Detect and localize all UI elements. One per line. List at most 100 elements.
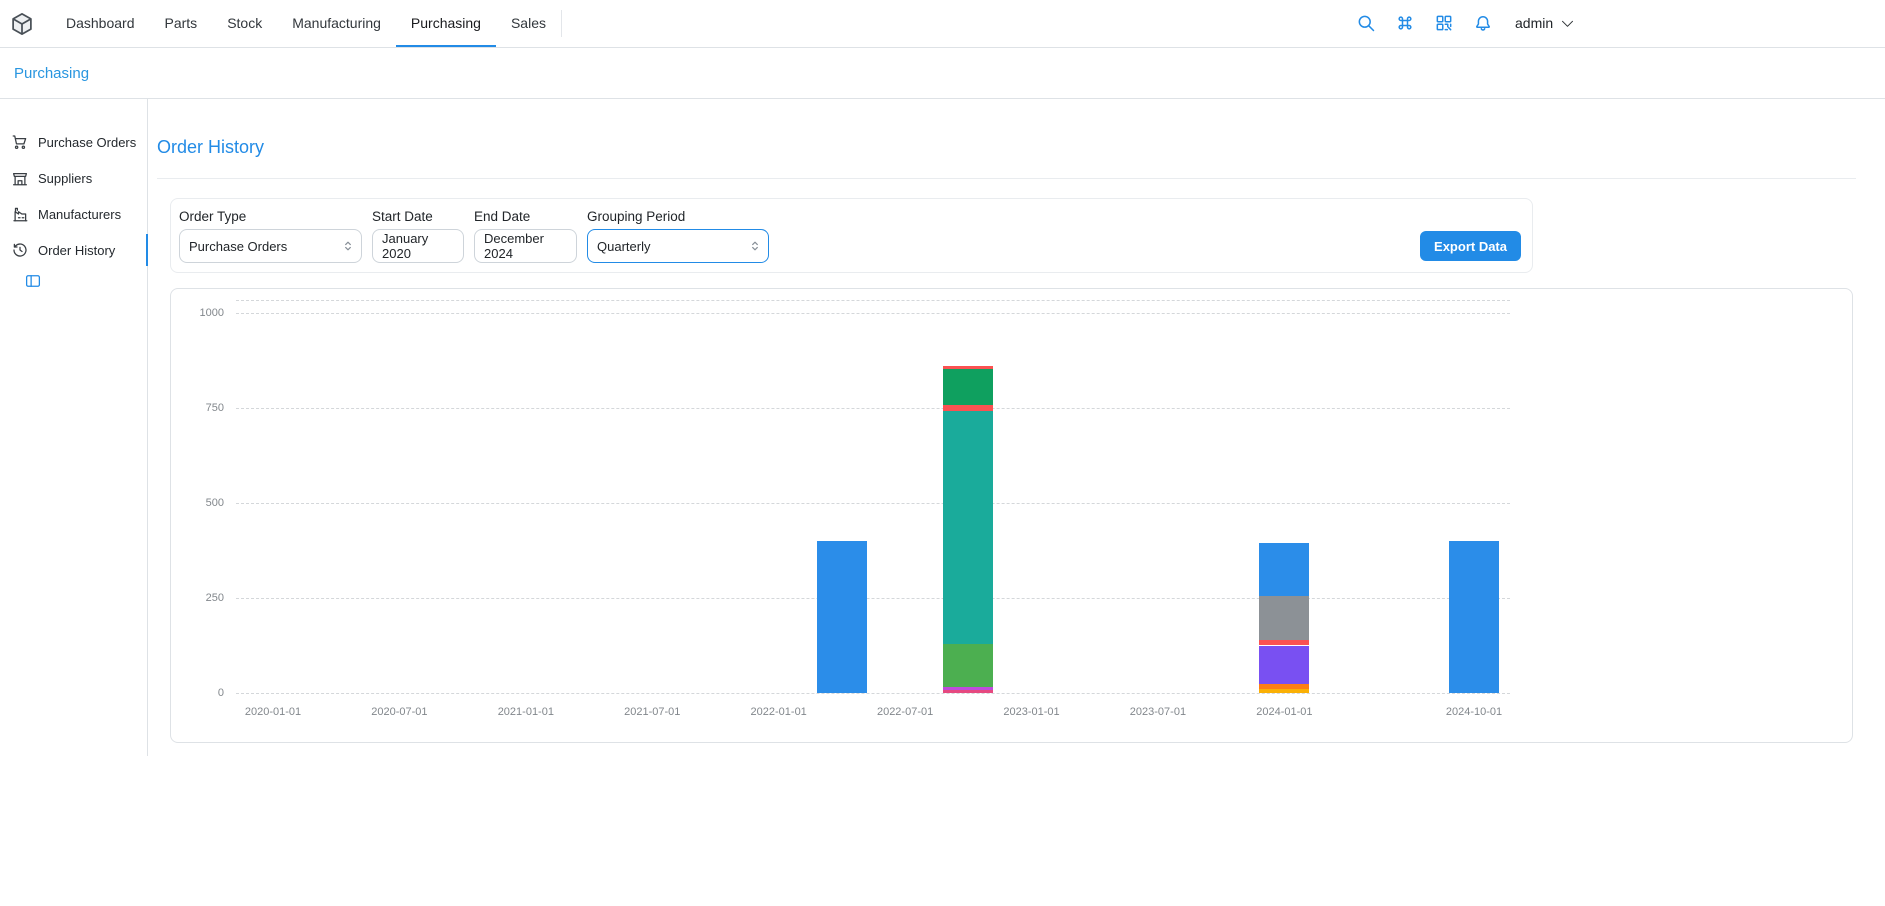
page-title: Order History xyxy=(157,135,1856,159)
bell-icon xyxy=(1473,13,1493,33)
user-menu[interactable]: admin xyxy=(1515,15,1575,31)
title-divider xyxy=(157,178,1856,179)
order-type-field: Order Type Purchase Orders xyxy=(179,208,362,263)
x-axis-tick-label: 2020-01-01 xyxy=(228,706,318,718)
layout-sidebar-icon xyxy=(24,272,42,290)
grid-line xyxy=(236,598,1510,599)
nav-tab-manufacturing[interactable]: Manufacturing xyxy=(277,0,396,47)
header-actions: admin xyxy=(1353,0,1575,46)
grouping-period-field: Grouping Period Quarterly xyxy=(587,208,769,263)
nav-divider xyxy=(561,10,562,37)
bar-segment-red[interactable] xyxy=(943,405,993,411)
grouping-period-select[interactable]: Quarterly xyxy=(587,229,769,263)
nav-tab-stock[interactable]: Stock xyxy=(212,0,277,47)
username-label: admin xyxy=(1515,15,1553,31)
grouping-period-value: Quarterly xyxy=(597,239,650,254)
nav-tab-parts[interactable]: Parts xyxy=(150,0,213,47)
end-date-value: December 2024 xyxy=(484,231,567,261)
factory-icon xyxy=(11,205,29,223)
grid-line xyxy=(236,503,1510,504)
selector-icon xyxy=(341,239,355,253)
inventree-logo-icon xyxy=(9,11,35,37)
collapse-sidebar-button[interactable] xyxy=(24,272,44,292)
x-axis-tick-label: 2022-07-01 xyxy=(860,706,950,718)
sidebar-item-purchase-orders[interactable]: Purchase Orders xyxy=(0,124,147,160)
nav-tab-purchasing[interactable]: Purchasing xyxy=(396,0,496,47)
qrcode-icon xyxy=(1434,13,1454,33)
x-axis-tick-label: 2023-01-01 xyxy=(987,706,1077,718)
bar-segment-gray[interactable] xyxy=(1259,596,1309,640)
sidebar-item-suppliers[interactable]: Suppliers xyxy=(0,160,147,196)
end-date-input[interactable]: December 2024 xyxy=(474,229,577,263)
sidebar-item-manufacturers[interactable]: Manufacturers xyxy=(0,196,147,232)
barcode-scan-button[interactable] xyxy=(1431,10,1457,36)
y-axis-tick-label: 750 xyxy=(171,402,224,414)
bar-segment-grape[interactable] xyxy=(943,687,993,690)
filter-panel: Order Type Purchase Orders Start Date Ja… xyxy=(170,198,1533,273)
bar-segment-blue[interactable] xyxy=(817,541,867,693)
order-history-chart: 025050075010002020-01-012020-07-012021-0… xyxy=(170,288,1853,743)
sidebar-item-label: Order History xyxy=(38,243,115,258)
bar-segment-green[interactable] xyxy=(943,644,993,687)
shopping-cart-icon xyxy=(11,133,29,151)
y-axis-tick-label: 1000 xyxy=(171,307,224,319)
bar-segment-blue[interactable] xyxy=(1259,543,1309,596)
y-axis-tick-label: 250 xyxy=(171,592,224,604)
app-logo[interactable] xyxy=(0,0,41,47)
sidebar-item-order-history[interactable]: Order History xyxy=(0,232,147,268)
y-axis-tick-label: 500 xyxy=(171,497,224,509)
bar-segment-teal[interactable] xyxy=(943,411,993,645)
breadcrumb: Purchasing xyxy=(0,48,1885,99)
main-nav-tabs: Dashboard Parts Stock Manufacturing Purc… xyxy=(51,0,561,47)
start-date-input[interactable]: January 2020 xyxy=(372,229,464,263)
grouping-period-label: Grouping Period xyxy=(587,208,769,225)
bar-segment-red[interactable] xyxy=(1259,640,1309,646)
nav-tab-dashboard[interactable]: Dashboard xyxy=(51,0,150,47)
notifications-button[interactable] xyxy=(1470,10,1496,36)
bar-segment-violet[interactable] xyxy=(1259,646,1309,684)
search-button[interactable] xyxy=(1353,10,1379,36)
main-panel: Order History Order Type Purchase Orders… xyxy=(148,99,1885,756)
history-icon xyxy=(11,241,29,259)
end-date-label: End Date xyxy=(474,208,577,225)
order-type-label: Order Type xyxy=(179,208,362,225)
plot-top-border xyxy=(236,300,1510,301)
order-type-select[interactable]: Purchase Orders xyxy=(179,229,362,263)
sidebar-item-label: Purchase Orders xyxy=(38,135,136,150)
breadcrumb-purchasing[interactable]: Purchasing xyxy=(14,65,89,82)
start-date-label: Start Date xyxy=(372,208,464,225)
x-axis-tick-label: 2020-07-01 xyxy=(354,706,444,718)
sidebar-item-label: Manufacturers xyxy=(38,207,121,222)
x-axis-tick-label: 2023-07-01 xyxy=(1113,706,1203,718)
chevron-down-icon xyxy=(1560,16,1575,31)
x-axis-tick-label: 2021-07-01 xyxy=(607,706,697,718)
export-data-button[interactable]: Export Data xyxy=(1420,231,1521,261)
selector-icon xyxy=(748,239,762,253)
bar-segment-red-top[interactable] xyxy=(943,366,993,369)
sidebar-item-label: Suppliers xyxy=(38,171,92,186)
grid-line xyxy=(236,408,1510,409)
grid-line xyxy=(236,313,1510,314)
bar-segment-yellow[interactable] xyxy=(1259,689,1309,693)
x-axis-tick-label: 2024-01-01 xyxy=(1239,706,1329,718)
search-icon xyxy=(1356,13,1376,33)
bar-segment-pink[interactable] xyxy=(943,690,993,693)
command-palette-button[interactable] xyxy=(1392,10,1418,36)
end-date-field: End Date December 2024 xyxy=(474,208,577,263)
x-axis-tick-label: 2022-01-01 xyxy=(734,706,824,718)
command-icon xyxy=(1395,13,1415,33)
start-date-value: January 2020 xyxy=(382,231,454,261)
nav-tab-sales[interactable]: Sales xyxy=(496,0,561,47)
sidebar: Purchase Orders Suppliers Manufacturers xyxy=(0,99,148,756)
order-type-value: Purchase Orders xyxy=(189,239,287,254)
app-header: Dashboard Parts Stock Manufacturing Purc… xyxy=(0,0,1885,48)
content-area: Purchase Orders Suppliers Manufacturers xyxy=(0,99,1885,756)
grid-line xyxy=(236,693,1510,694)
x-axis-tick-label: 2021-01-01 xyxy=(481,706,571,718)
bar-segment-blue[interactable] xyxy=(1449,541,1499,693)
bar-segment-orange[interactable] xyxy=(1259,684,1309,690)
building-store-icon xyxy=(11,169,29,187)
x-axis-tick-label: 2024-10-01 xyxy=(1429,706,1519,718)
bar-segment-dark-green[interactable] xyxy=(943,369,993,405)
start-date-field: Start Date January 2020 xyxy=(372,208,464,263)
